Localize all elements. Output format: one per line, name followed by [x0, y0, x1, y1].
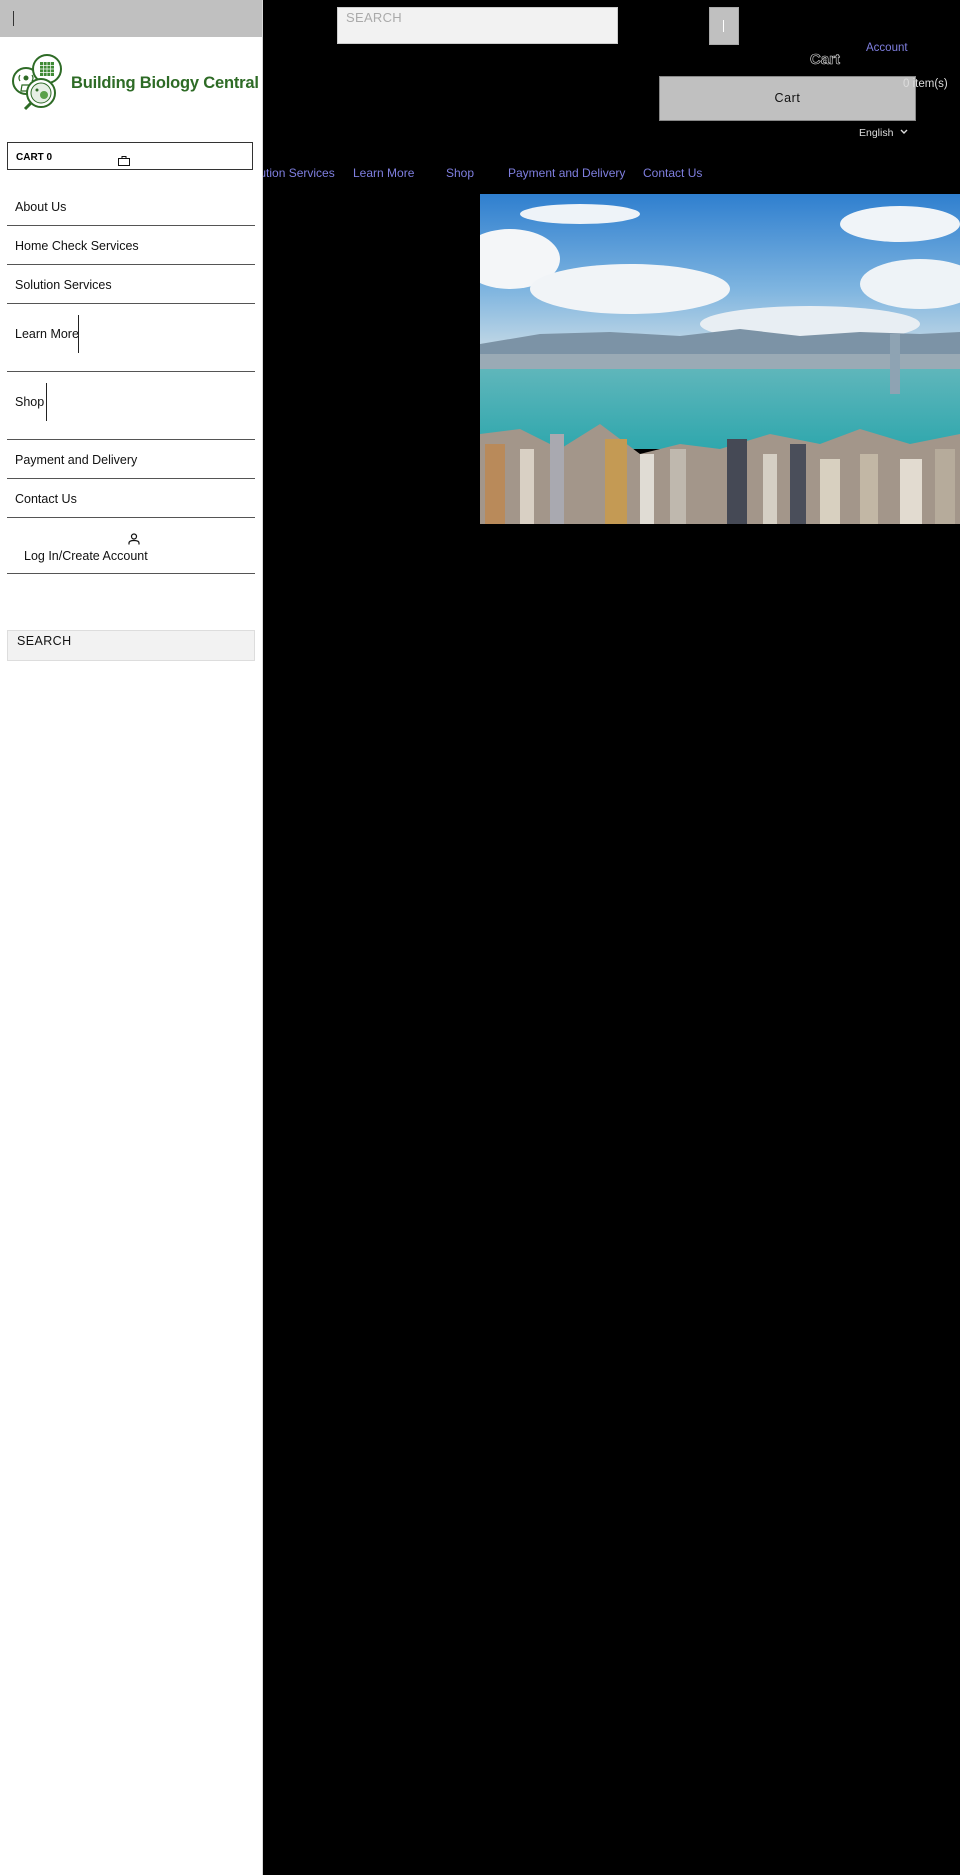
- drawer-nav-shop[interactable]: Shop: [7, 372, 255, 440]
- cart-button[interactable]: Cart: [659, 76, 916, 121]
- drawer-cart-button[interactable]: CART 0: [7, 142, 253, 170]
- close-drawer-icon[interactable]: [13, 11, 14, 26]
- top-nav-contact-us[interactable]: Contact Us: [643, 166, 702, 180]
- nav-item-label: Solution Services: [15, 278, 112, 292]
- user-icon: [128, 533, 140, 545]
- drawer-nav-about-us[interactable]: About Us: [7, 187, 255, 226]
- drawer-nav-home-check-services[interactable]: Home Check Services: [7, 226, 255, 265]
- nav-item-label: About Us: [15, 200, 67, 214]
- drawer-nav: About Us Home Check Services Solution Se…: [7, 187, 255, 574]
- top-nav-learn-more[interactable]: Learn More: [353, 166, 414, 180]
- nav-item-label: Payment and Delivery: [15, 453, 138, 467]
- chevron-down-icon[interactable]: [899, 127, 909, 137]
- nav-item-label: Shop: [15, 395, 45, 409]
- top-nav-payment-delivery[interactable]: Payment and Delivery: [508, 166, 625, 180]
- drawer-nav-learn-more[interactable]: Learn More: [7, 304, 255, 372]
- nav-item-label: Home Check Services: [15, 239, 139, 253]
- nav-item-label: Learn More: [15, 327, 79, 341]
- header-search-input[interactable]: SEARCH: [337, 7, 618, 44]
- language-selector[interactable]: English: [859, 127, 893, 139]
- nav-item-label: Contact Us: [15, 492, 77, 506]
- login-label: Log In/Create Account: [24, 549, 148, 563]
- submenu-toggle[interactable]: [78, 315, 79, 353]
- top-nav-shop[interactable]: Shop: [446, 166, 474, 180]
- logo-icon: [12, 54, 62, 111]
- cart-item-count: 0 item(s): [903, 78, 948, 90]
- shopping-bag-icon: [118, 156, 130, 166]
- search-button-glyph: [723, 20, 724, 32]
- drawer-top-bar: [0, 0, 262, 37]
- drawer-nav-payment-delivery[interactable]: Payment and Delivery: [7, 440, 255, 479]
- account-link[interactable]: Account: [866, 42, 908, 54]
- drawer-search-input[interactable]: SEARCH: [7, 630, 255, 661]
- cart-heading: Cart: [810, 51, 841, 69]
- cart-label: CART 0: [16, 152, 53, 163]
- submenu-toggle[interactable]: [46, 383, 47, 421]
- drawer-nav-solution-services[interactable]: Solution Services: [7, 265, 255, 304]
- drawer-login[interactable]: Log In/Create Account: [7, 518, 255, 574]
- logo-text: Building Biology Central: [71, 73, 259, 92]
- hero-image: [480, 194, 960, 524]
- logo[interactable]: Building Biology Central: [11, 53, 259, 113]
- drawer-nav-contact-us[interactable]: Contact Us: [7, 479, 255, 518]
- nav-drawer: Building Biology Central CART 0 About Us…: [0, 0, 263, 1875]
- header-search-button[interactable]: [709, 7, 739, 45]
